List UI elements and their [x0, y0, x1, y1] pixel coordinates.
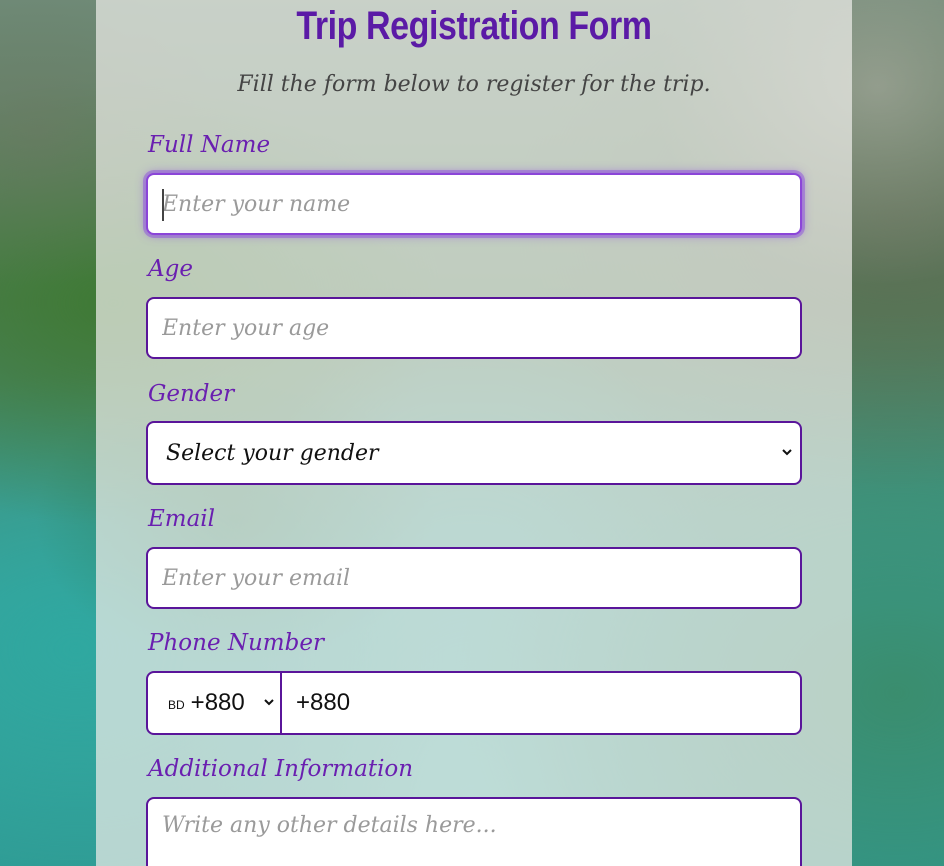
gender-selected-value: Select your gender	[166, 440, 379, 466]
phone-field: BD +880 +880	[146, 671, 802, 735]
email-label: Email	[148, 506, 216, 532]
gender-label: Gender	[148, 381, 235, 407]
chevron-down-icon	[264, 699, 274, 706]
page-subtitle: Fill the form below to register for the …	[237, 72, 711, 97]
age-input[interactable]	[148, 299, 800, 357]
email-field[interactable]	[146, 547, 802, 609]
age-label: Age	[148, 256, 193, 282]
age-field[interactable]	[146, 297, 802, 359]
phone-input[interactable]: +880	[282, 673, 800, 733]
phone-label: Phone Number	[148, 630, 324, 656]
page-title: Trip Registration Form	[296, 4, 652, 48]
additional-info-field[interactable]	[146, 797, 802, 866]
additional-info-label: Additional Information	[148, 756, 414, 782]
country-abbr: BD	[168, 698, 185, 712]
email-input[interactable]	[148, 549, 800, 607]
gender-select[interactable]: Select your gender	[146, 421, 802, 485]
full-name-label: Full Name	[148, 132, 271, 158]
full-name-input[interactable]	[148, 175, 800, 233]
registration-panel: Trip Registration Form Fill the form bel…	[96, 0, 852, 866]
country-dial-code: +880	[190, 689, 245, 716]
full-name-field[interactable]	[146, 173, 802, 235]
chevron-down-icon	[782, 449, 792, 456]
country-code-select[interactable]: BD +880	[148, 673, 282, 733]
text-caret	[162, 189, 164, 221]
phone-value: +880	[296, 689, 351, 716]
additional-info-textarea[interactable]	[148, 799, 800, 866]
